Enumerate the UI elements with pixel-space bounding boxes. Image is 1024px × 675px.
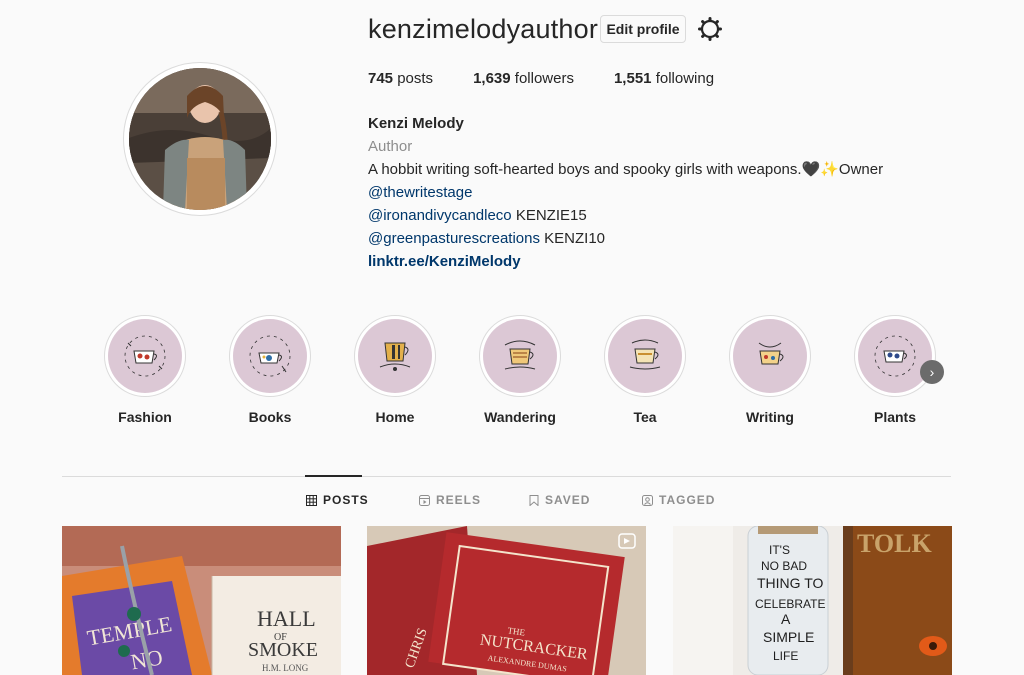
tab-label: TAGGED [659,493,716,507]
post-thumbnail[interactable]: TOLK IT'S NO BAD THING TO CELEBRATE A SI… [673,526,952,675]
following-stat[interactable]: 1,551 following [614,70,714,87]
highlight-label: Fashion [118,409,172,425]
jar-text: THING TO [757,575,823,591]
settings-gear-icon[interactable] [697,16,723,42]
post-thumbnail[interactable]: TEMPLE NO HALL OF SMOKE H.M. LONG [62,526,341,675]
tab-saved[interactable]: SAVED [529,493,590,507]
jar-text: CELEBRATE [755,597,825,611]
tab-label: SAVED [545,493,591,507]
teacup-icon [483,319,557,393]
highlights-next-chevron-icon[interactable]: › [920,360,944,384]
following-count: 1,551 [613,70,652,87]
highlight-home[interactable]: Home [350,315,440,425]
display-name: Kenzi Melody [368,115,464,132]
tab-posts[interactable]: POSTS [306,493,369,507]
jar-text: SIMPLE [763,629,814,645]
profile-stats: 745 posts 1,639 followers 1,551 followin… [368,70,754,87]
jar-text: A [781,611,791,627]
grid-icon [306,494,317,506]
bio-text: A hobbit writing soft-hearted boys and s… [368,161,884,178]
mention-link[interactable]: @greenpasturescreations [368,230,540,247]
highlight-label: Wandering [484,409,556,425]
teacup-icon [608,319,682,393]
bookmark-icon [529,494,539,506]
profile-category: Author [368,138,413,155]
tab-reels[interactable]: REELS [419,493,481,507]
tab-label: REELS [436,493,482,507]
teacup-icon [108,319,182,393]
posts-label: posts [397,70,434,87]
highlight-ring [104,315,186,397]
promo-code: KENZI10 [540,230,606,247]
promo-code: KENZIE15 [511,207,587,224]
tagged-user-icon [642,494,653,506]
highlight-label: Plants [873,409,916,425]
highlight-label: Tea [633,409,657,425]
highlight-books[interactable]: Books [225,315,315,425]
edit-profile-button[interactable]: Edit profile [600,15,686,43]
teacup-icon [233,319,307,393]
highlight-ring [729,315,811,397]
highlight-ring [854,315,936,397]
mention-link[interactable]: @thewritestage [368,184,472,201]
followers-label: followers [514,70,574,87]
jar-text: IT'S [769,543,790,557]
posts-grid: TEMPLE NO HALL OF SMOKE H.M. LONG THE NU… [62,526,952,675]
highlight-wandering[interactable]: Wandering [475,315,565,425]
book-title: SMOKE [248,639,318,661]
highlight-label: Home [375,409,415,425]
tab-label: POSTS [323,493,369,507]
profile-website-link[interactable]: linktr.ee/KenziMelody [368,250,883,273]
teacup-icon [858,319,932,393]
following-label: following [655,70,715,87]
highlight-ring [354,315,436,397]
highlight-ring [479,315,561,397]
avatar[interactable] [129,68,271,210]
highlight-ring [229,315,311,397]
followers-stat[interactable]: 1,639 followers [473,70,574,87]
profile-bio: Kenzi Melody Author A hobbit writing sof… [368,112,883,273]
jar-text: NO BAD [761,559,807,573]
highlight-ring [604,315,686,397]
book-title: HALL [257,606,316,631]
active-tab-indicator [305,475,362,477]
story-highlights: Fashion Books Home Wandering Tea Writing [100,315,960,435]
followers-count: 1,639 [473,70,511,87]
highlight-fashion[interactable]: Fashion [100,315,190,425]
post-thumbnail[interactable]: THE NUTCRACKER ALEXANDRE DUMAS CHRIS [367,526,646,675]
highlight-label: Books [248,409,292,425]
mention-link[interactable]: @ironandivycandleco [368,207,512,224]
jar-text: LIFE [773,649,798,663]
tabs-divider [62,476,951,477]
posts-count: 745 [368,70,394,87]
username: kenzimelodyauthor [368,14,599,44]
teacup-icon [733,319,807,393]
highlight-label: Writing [746,409,794,425]
profile-tabs: POSTS REELS SAVED TAGGED [0,493,1024,513]
teacup-icon [358,319,432,393]
book-author: H.M. LONG [262,663,309,673]
tab-tagged[interactable]: TAGGED [642,493,715,507]
book-spine: TOLK [857,529,932,558]
profile-header: kenzimelodyauthor Edit profile 745 posts… [0,0,1024,290]
reels-icon [419,494,430,506]
posts-stat: 745 posts [368,70,433,87]
highlight-writing[interactable]: Writing [725,315,815,425]
highlight-tea[interactable]: Tea [600,315,690,425]
